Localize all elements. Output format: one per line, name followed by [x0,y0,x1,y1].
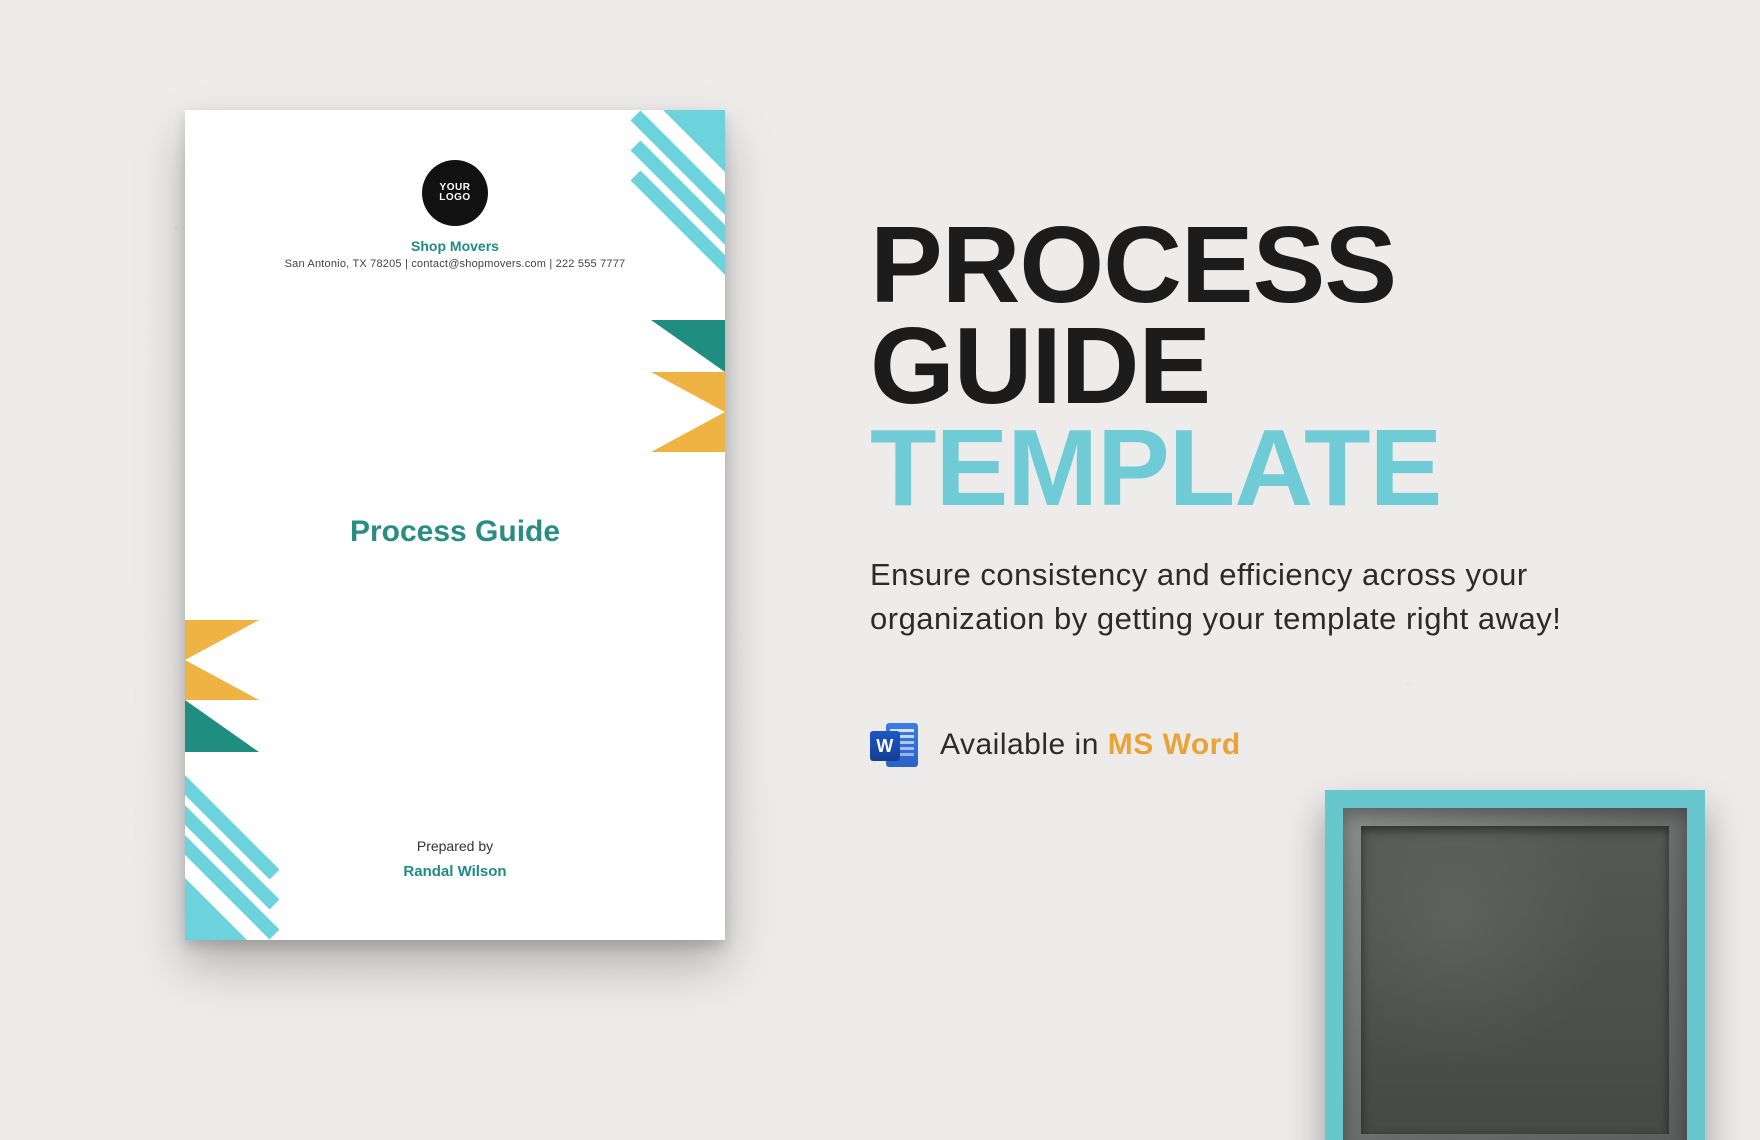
available-in-row: W Available in MS Word [870,721,1640,769]
accent-triangle [185,660,259,700]
headline-accent: Template [870,418,1640,519]
document-preview: YOURLOGO Shop Movers San Antonio, TX 782… [185,110,725,940]
ms-word-glyph: W [870,731,900,761]
available-in-text: Available in MS Word [940,728,1241,762]
accent-triangle [185,620,259,660]
promo-headline: Process Guide Template [870,215,1640,519]
document-title: Process Guide [185,515,725,549]
prepared-by-name: Randal Wilson [185,863,725,880]
available-format: MS Word [1108,728,1241,761]
accent-triangle [185,700,259,752]
logo-placeholder: YOURLOGO [422,160,488,226]
accent-triangle [651,412,725,452]
accent-triangle [651,372,725,412]
company-contact-line: San Antonio, TX 78205 | contact@shopmove… [185,258,725,270]
promo-copy: Process Guide Template Ensure consistenc… [870,215,1640,769]
available-prefix: Available in [940,728,1108,761]
company-name: Shop Movers [185,238,725,254]
decorative-plant [1325,790,1705,1140]
ms-word-icon: W [870,721,918,769]
prepared-by-label: Prepared by [185,838,725,854]
promo-subtext: Ensure consistency and efficiency across… [870,553,1610,641]
accent-triangle [651,320,725,372]
